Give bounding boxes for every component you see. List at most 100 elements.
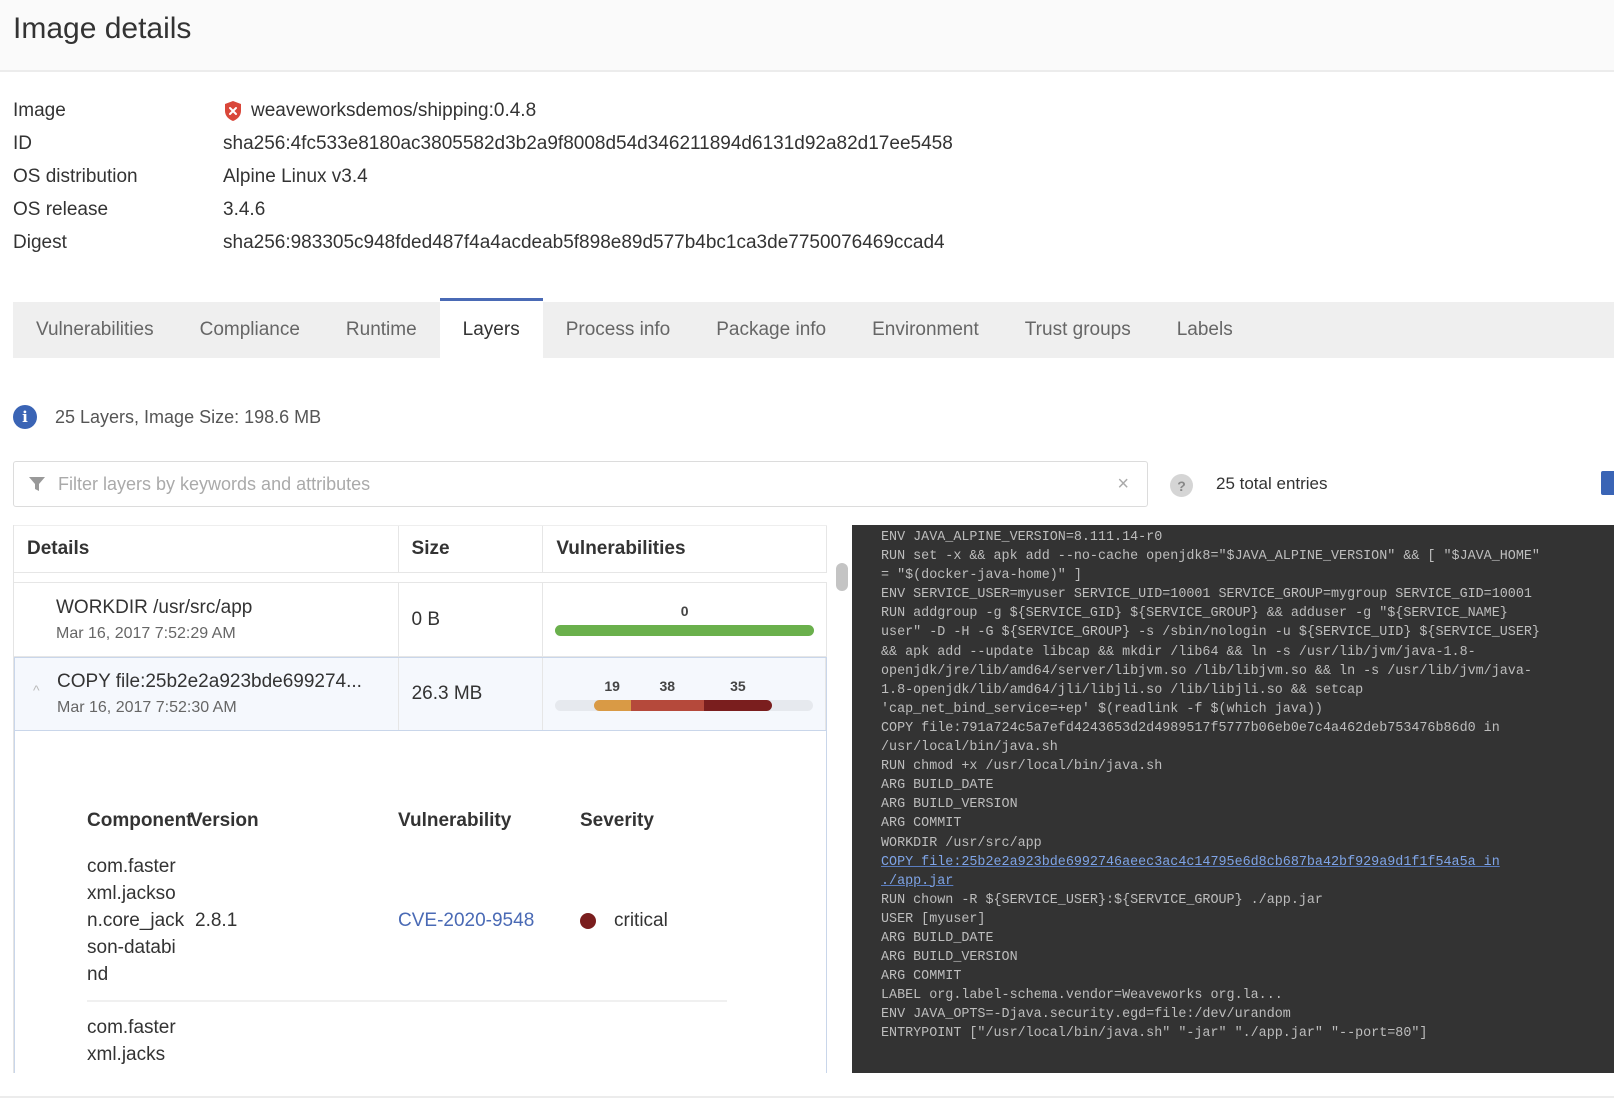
tab-environment[interactable]: Environment [849, 302, 1002, 358]
vulnerability-bar-cell: 0 [543, 583, 827, 656]
meta-row-image: Image weaveworksdemos/shipping:0.4.8 [13, 94, 953, 127]
meta-label: Image [13, 99, 66, 121]
component-row: com.fasterxml.jackson.core_jackson-datab… [87, 841, 727, 1002]
dockerfile-panel: ENV JAVA_ALPINE_VERSION=8.111.14-r0 RUN s… [852, 525, 1614, 1073]
tab-compliance[interactable]: Compliance [177, 302, 323, 358]
dockerfile-line: RUN chown -R ${SERVICE_USER}:${SERVICE_G… [881, 892, 1323, 908]
tab-bar: Vulnerabilities Compliance Runtime Layer… [13, 298, 1614, 358]
layers-table: Details Size Vulnerabilities WORKDIR /us… [13, 525, 827, 1073]
tab-package-info[interactable]: Package info [693, 302, 849, 358]
component-name: com.fasterxml.jackson.core_jackson-datab… [87, 856, 185, 985]
dockerfile-line: ARG COMMIT [881, 816, 962, 832]
vuln-bar-high [630, 699, 704, 711]
dockerfile-line: user" -D -H -G ${SERVICE_GROUP} -s /sbin… [881, 625, 1540, 641]
dockerfile-line: 'cap_net_bind_service=+ep' $(readlink -f… [881, 701, 1323, 717]
severity-label: critical [614, 909, 668, 931]
info-icon: i [13, 405, 37, 429]
chevron-up-icon[interactable]: ^ [33, 682, 40, 698]
meta-row-id: ID sha256:4fc533e8180ac3805582d3b2a9f800… [13, 127, 953, 160]
meta-value: sha256:4fc533e8180ac3805582d3b2a9f8008d5… [223, 132, 953, 154]
tab-labels[interactable]: Labels [1154, 302, 1256, 358]
column-header-details[interactable]: Details [14, 526, 399, 572]
summary-text: 25 Layers, Image Size: 198.6 MB [55, 406, 322, 427]
dockerfile-line: ENV JAVA_ALPINE_VERSION=8.111.14-r0 [881, 530, 1163, 545]
shield-x-icon [225, 100, 241, 121]
dockerfile-line: /usr/local/bin/java.sh [881, 740, 1058, 756]
image-metadata: Image weaveworksdemos/shipping:0.4.8 ID … [13, 94, 953, 259]
help-icon[interactable]: ? [1170, 474, 1193, 497]
dockerfile-line: WORKDIR /usr/src/app [881, 835, 1042, 851]
dockerfile-line: && apk add --update libcap && mkdir /lib… [881, 644, 1476, 660]
dockerfile-line-selected[interactable]: ./app.jar [881, 872, 1614, 891]
table-scrollbar[interactable] [836, 563, 848, 591]
column-header-vulnerabilities[interactable]: Vulnerabilities [543, 526, 827, 572]
tab-runtime[interactable]: Runtime [323, 302, 440, 358]
meta-label: OS release [13, 198, 109, 220]
table-row[interactable]: WORKDIR /usr/src/app Mar 16, 2017 7:52:2… [14, 583, 827, 657]
dockerfile-line: USER [myuser] [881, 911, 986, 927]
meta-label: OS distribution [13, 165, 138, 187]
filter-box: × [13, 461, 1148, 507]
dockerfile-line: = "$(docker-java-home)" ] [881, 568, 1082, 584]
page-title: Image details [13, 12, 192, 45]
dockerfile-line: openjdk/jre/lib/amd64/server/libjvm.so /… [881, 663, 1532, 679]
vuln-bar-ok [555, 625, 814, 636]
vuln-count-medium: 19 [604, 677, 620, 694]
dockerfile-line: ENV SERVICE_USER=myuser SERVICE_UID=1000… [881, 587, 1532, 603]
dockerfile-line: LABEL org.label-schema.vendor=Weaveworks… [881, 988, 1283, 1004]
meta-label: ID [13, 132, 32, 154]
vuln-count: 0 [680, 603, 689, 619]
dockerfile-line: COPY file:791a724c5a7efd4243653d2d498951… [881, 720, 1500, 736]
export-csv-button[interactable] [1601, 471, 1614, 495]
cve-link[interactable]: CVE-2020-9548 [398, 910, 580, 932]
component-version: 2.8.1 [195, 909, 238, 931]
tab-process-info[interactable]: Process info [543, 302, 694, 358]
dockerfile-line: ENV JAVA_OPTS=-Djava.security.egd=file:/… [881, 1007, 1291, 1023]
dockerfile-line: RUN addgroup -g ${SERVICE_GID} ${SERVICE… [881, 606, 1508, 622]
page-header: Image details [0, 0, 1614, 72]
column-header-vulnerability: Vulnerability [398, 810, 512, 831]
vuln-count-high: 38 [659, 677, 676, 694]
meta-row-os-distribution: OS distribution Alpine Linux v3.4 [13, 160, 953, 193]
table-header: Details Size Vulnerabilities [14, 525, 827, 573]
dockerfile-line: ARG BUILD_VERSION [881, 950, 1018, 966]
dockerfile-line: ENTRYPOINT ["/usr/local/bin/java.sh" "-j… [881, 1026, 1428, 1042]
meta-row-digest: Digest sha256:983305c948fded487f4a4acdea… [13, 226, 953, 259]
component-name: com.fasterxml.jacks [87, 1017, 176, 1065]
layer-date: Mar 16, 2017 7:52:29 AM [56, 624, 236, 642]
layer-title: COPY file:25b2e2a923bde699274... [57, 671, 362, 692]
meta-row-os-release: OS release 3.4.6 [13, 193, 953, 226]
layer-detail-panel: Component Version Vulnerability Severity… [14, 731, 827, 1073]
vuln-bar-medium [593, 699, 631, 711]
vulnerability-bar [555, 625, 814, 636]
severity-critical-icon [580, 912, 596, 929]
dockerfile-line: RUN chmod +x /usr/local/bin/java.sh [881, 759, 1163, 775]
meta-label: Digest [13, 231, 67, 253]
dockerfile-line: ARG BUILD_DATE [881, 778, 994, 794]
filter-input[interactable] [58, 473, 1118, 495]
component-vulnerability-table: Component Version Vulnerability Severity… [87, 801, 727, 1073]
layer-size: 0 B [399, 583, 544, 656]
dockerfile-line: RUN set -x && apk add --no-cache openjdk… [881, 549, 1540, 565]
total-entries: 25 total entries [1216, 474, 1328, 493]
column-header-severity: Severity [580, 810, 654, 831]
dockerfile-line: ARG BUILD_DATE [881, 930, 994, 946]
dockerfile-line: ARG BUILD_VERSION [881, 797, 1018, 813]
column-header-component: Component [87, 810, 193, 831]
layer-title: WORKDIR /usr/src/app [56, 596, 253, 618]
meta-value: weaveworksdemos/shipping:0.4.8 [251, 99, 537, 121]
meta-value: Alpine Linux v3.4 [223, 165, 368, 187]
component-row: com.fasterxml.jacks [87, 1002, 727, 1073]
vuln-bar-critical [704, 699, 772, 711]
dockerfile-line: ARG COMMIT [881, 969, 962, 985]
column-header-size[interactable]: Size [399, 526, 544, 572]
tab-trust-groups[interactable]: Trust groups [1002, 302, 1154, 358]
dockerfile-line-selected[interactable]: COPY file:25b2e2a923bde6992746aeec3ac4c1… [881, 853, 1614, 872]
filter-funnel-icon [29, 477, 45, 491]
tab-layers[interactable]: Layers [439, 298, 543, 358]
vulnerability-bar [555, 699, 813, 711]
clear-filter-icon[interactable]: × [1117, 473, 1129, 496]
layer-date: Mar 16, 2017 7:52:30 AM [57, 699, 237, 716]
table-row-expanded[interactable]: ^ COPY file:25b2e2a923bde699274... Mar 1… [14, 657, 827, 731]
tab-vulnerabilities[interactable]: Vulnerabilities [13, 302, 177, 358]
